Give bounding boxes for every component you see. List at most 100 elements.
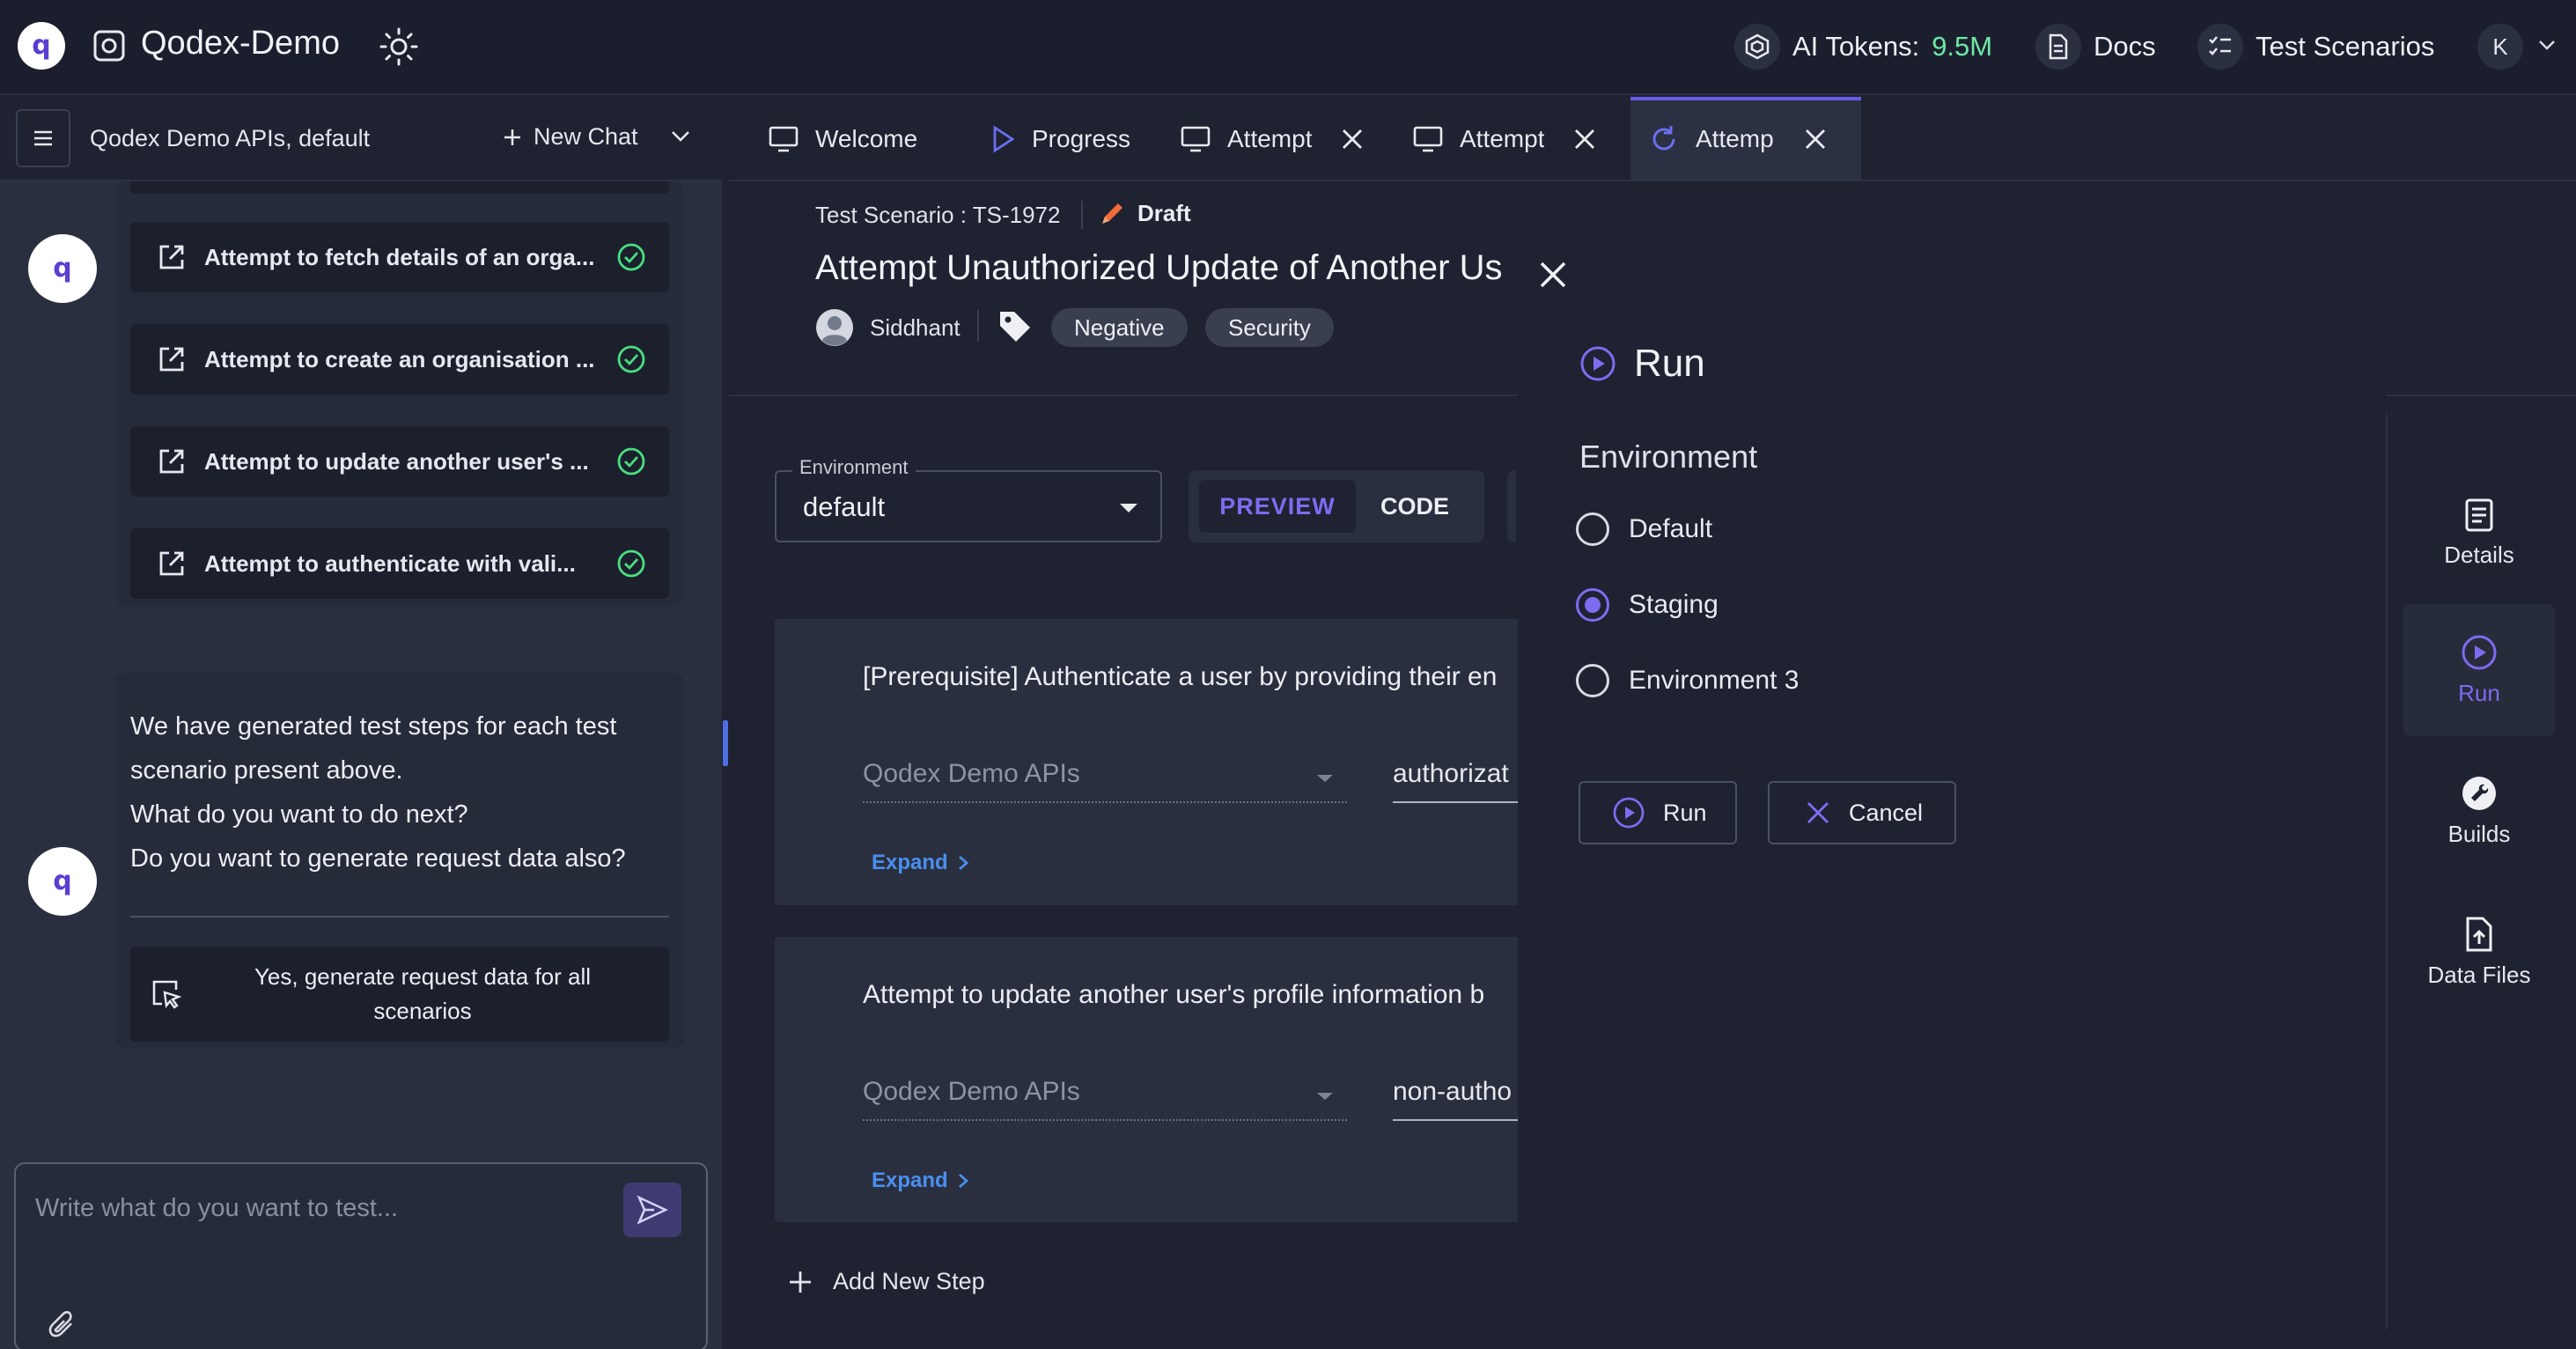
ai-tokens-label: AI Tokens: [1792,31,1920,62]
send-icon [637,1195,668,1225]
env-option-label: Environment 3 [1629,666,1800,695]
theme-toggle-sun-icon[interactable] [379,26,419,67]
tag-icon[interactable] [997,308,1034,345]
rail-item-run[interactable]: Run [2403,604,2555,736]
external-link-icon [159,245,184,269]
scenario-item[interactable]: Attempt to fetch details of an orga... [130,222,669,292]
suggestion-label: Yes, generate request data for all scena… [254,963,592,1024]
document-icon [2035,24,2081,70]
monitor-icon [1413,126,1443,152]
rail-item-builds[interactable]: Builds [2403,745,2555,877]
close-icon[interactable] [1803,127,1828,151]
radio-button[interactable] [1576,664,1609,697]
scenario-item[interactable]: Attempt to update another user's ... [130,426,669,497]
plus-icon [790,1271,811,1293]
play-circle-icon [2462,635,2497,669]
chevron-down-icon[interactable] [2537,39,2557,51]
step-endpoint[interactable]: authorizat [1393,759,1518,803]
tag-chip[interactable]: Security [1205,308,1334,347]
expand-label: Expand [872,1168,948,1192]
cancel-button[interactable]: Cancel [1768,781,1956,844]
step-api-select[interactable]: Qodex Demo APIs [863,1077,1347,1121]
user-menu[interactable]: K [2477,24,2523,70]
play-circle-icon [1580,346,1616,381]
close-icon[interactable] [1340,127,1365,151]
menu-button[interactable] [16,109,70,167]
chat-context-label: Qodex Demo APIs, default [90,125,371,151]
new-chat-button[interactable]: New Chat [502,123,638,151]
close-icon[interactable] [1537,259,1569,291]
external-link-icon [159,551,184,576]
run-button[interactable]: Run [1579,781,1737,844]
file-upload-icon [2466,917,2492,951]
monitor-icon [769,126,799,152]
test-scenarios-link[interactable]: Test Scenarios [2197,24,2434,70]
check-circle-icon [617,549,645,578]
env-option-label: Staging [1629,590,1719,619]
tab-label: Welcome [815,125,918,152]
rail-item-details[interactable]: Details [2403,467,2555,599]
scenario-owner: Siddhant [815,308,960,347]
run-button-label: Run [1663,799,1707,826]
radio-button[interactable] [1576,512,1609,546]
chevron-down-icon[interactable] [669,129,692,144]
scenario-label: Attempt to update another user's ... [204,447,589,475]
bot-avatar: q [28,234,97,303]
tab-label: Attemp [1696,125,1774,152]
expand-link[interactable]: Expand [872,1168,969,1193]
docs-link[interactable]: Docs [2035,24,2156,70]
play-icon [993,125,1015,153]
close-icon[interactable] [1572,127,1597,151]
cursor-click-icon [150,977,183,1011]
monitor-icon [1181,126,1211,152]
check-circle-icon [617,447,645,475]
add-step-button[interactable]: Add New Step [787,1268,985,1295]
attachment-icon[interactable] [48,1310,77,1340]
step-api-select[interactable]: Qodex Demo APIs [863,759,1347,803]
rail-item-label: Data Files [2427,961,2531,988]
app-title: Qodex-Demo [141,25,340,62]
caret-down-icon [1315,773,1335,784]
step-title: Attempt to update another user's profile… [863,980,1485,1009]
expand-link[interactable]: Expand [872,851,969,875]
run-drawer-title-text: Run [1634,342,1705,385]
tab-label: Attempt [1227,125,1312,152]
tag-chip[interactable]: Negative [1051,308,1188,347]
divider [130,916,669,918]
env-option-default[interactable]: Default [1576,512,1712,546]
plus-icon [504,129,520,145]
tab-welcome[interactable]: Welcome [729,97,933,181]
chevron-right-icon [958,855,968,871]
tab-attempt-2[interactable]: Attempt [1377,97,1623,181]
environment-select-label: Environment [792,456,916,479]
tab-attempt-active[interactable]: Attemp [1630,97,1861,181]
draft-status[interactable]: Draft [1099,199,1191,227]
send-button[interactable] [623,1183,681,1237]
bot-message-line: We have generated test steps for each te… [130,712,617,741]
tab-progress[interactable]: Progress [951,97,1162,181]
code-toggle-button[interactable]: CODE [1365,480,1465,533]
divider [977,310,979,342]
tab-attempt-1[interactable]: Attempt [1144,97,1373,181]
bot-message-line: What do you want to do next? [130,800,468,829]
avatar[interactable]: K [2477,24,2523,70]
scenario-title: Attempt Unauthorized Update of Another U… [815,248,1503,287]
splitter-handle[interactable] [723,720,728,766]
pencil-icon [1102,203,1122,224]
rail-item-data-files[interactable]: Data Files [2403,886,2555,1018]
preview-toggle-button[interactable]: PREVIEW [1199,480,1356,533]
radio-button-checked[interactable] [1576,588,1609,622]
document-icon [2465,498,2493,531]
env-option-environment-3[interactable]: Environment 3 [1576,664,1799,697]
chat-input[interactable] [35,1189,599,1227]
scenario-item-partial [130,181,669,194]
env-option-staging[interactable]: Staging [1576,588,1719,622]
test-scenarios-label: Test Scenarios [2256,31,2435,62]
app-logo[interactable]: q [18,22,65,70]
step-endpoint[interactable]: non-autho [1393,1077,1518,1121]
scenario-item[interactable]: Attempt to authenticate with vali... [130,528,669,599]
check-circle-icon [617,243,645,271]
tab-label: Progress [1032,125,1131,152]
rail-item-label: Run [2458,679,2500,706]
scenario-item[interactable]: Attempt to create an organisation ... [130,324,669,394]
